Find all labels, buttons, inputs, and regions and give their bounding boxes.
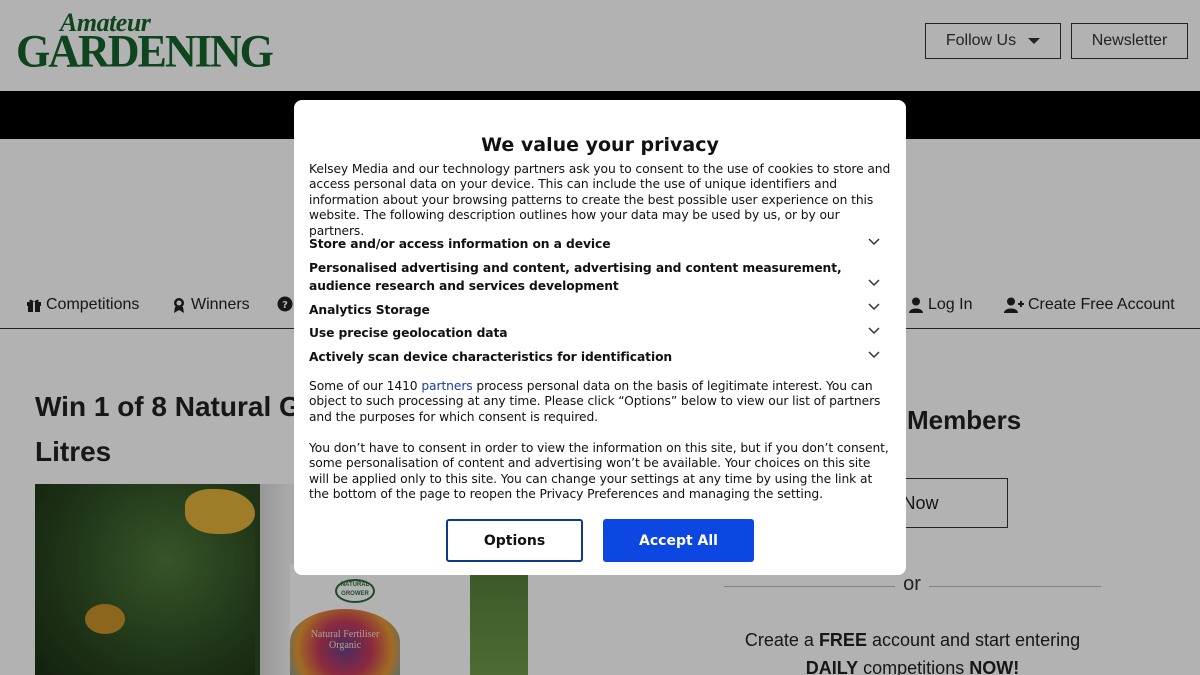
chevron-down-icon[interactable]	[868, 327, 880, 335]
consent-intro: Kelsey Media and our technology partners…	[309, 162, 891, 238]
purpose-analytics-storage[interactable]: Analytics Storage	[309, 302, 881, 320]
chevron-down-icon[interactable]	[868, 351, 880, 359]
chevron-down-icon[interactable]	[868, 303, 880, 311]
consent-title: We value your privacy	[481, 134, 719, 156]
partners-link[interactable]: partners	[421, 379, 472, 393]
chevron-down-icon[interactable]	[868, 238, 880, 246]
options-button[interactable]: Options	[446, 519, 583, 562]
chevron-down-icon[interactable]	[868, 279, 880, 287]
no-consent-text: You don’t have to consent in order to vi…	[309, 441, 889, 502]
accept-all-button[interactable]: Accept All	[603, 519, 754, 562]
purpose-store-access[interactable]: Store and/or access information on a dev…	[309, 236, 881, 254]
purpose-personalised-advertising[interactable]: Personalised advertising and content, ad…	[309, 260, 881, 295]
privacy-consent-dialog: We value your privacy Kelsey Media and o…	[294, 100, 906, 575]
legit-pre: Some of our 1410	[309, 379, 422, 393]
legitimate-interest-text: Some of our 1410 partners process person…	[309, 379, 893, 425]
purpose-device-scan[interactable]: Actively scan device characteristics for…	[309, 349, 881, 367]
purpose-geolocation[interactable]: Use precise geolocation data	[309, 325, 881, 343]
